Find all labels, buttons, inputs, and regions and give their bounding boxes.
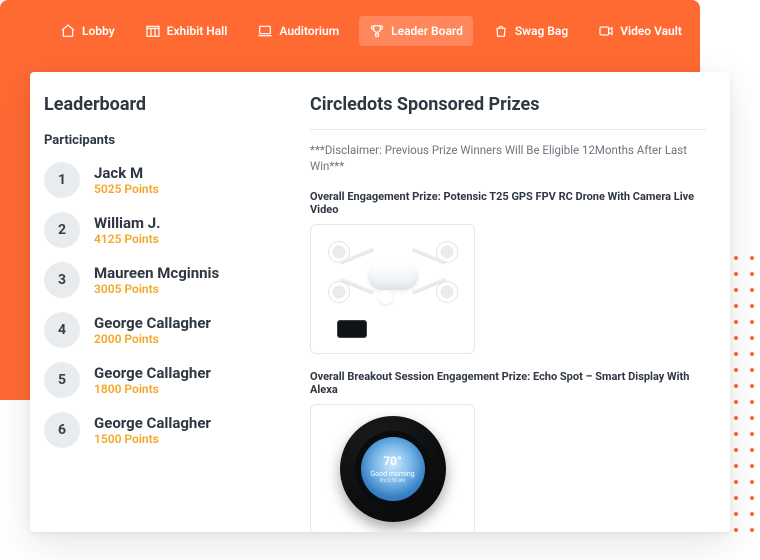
participant-name: George Callagher <box>94 414 211 433</box>
divider <box>310 129 706 130</box>
home-icon <box>60 23 76 39</box>
participant-name: William J. <box>94 214 160 233</box>
participant-list: 1 Jack M5025 Points 2 William J.4125 Points… <box>44 162 304 448</box>
participant-row: 4 George Callagher2000 Points <box>44 312 304 348</box>
prizes-title: Circledots Sponsored Prizes <box>310 94 706 115</box>
participant-points: 3005 Points <box>94 282 219 296</box>
spot-time: It's 6:30 am <box>380 478 405 484</box>
participant-row: 2 William J.4125 Points <box>44 212 304 248</box>
nav-lobby[interactable]: Lobby <box>50 16 125 46</box>
nav-video-vault[interactable]: Video Vault <box>588 16 692 46</box>
nav-label: Lobby <box>82 24 115 38</box>
bag-icon <box>493 23 509 39</box>
participants-heading: Participants <box>44 133 304 148</box>
nav-label: Video Vault <box>620 24 682 38</box>
nav-label: Auditorium <box>279 24 339 38</box>
participant-row: 3 Maureen Mcginnis3005 Points <box>44 262 304 298</box>
spot-greeting: Good morning <box>370 470 414 479</box>
participant-row: 5 George Callagher1800 Points <box>44 362 304 398</box>
rank-badge: 3 <box>44 262 80 298</box>
participant-points: 4125 Points <box>94 232 160 246</box>
nav-swag-bag[interactable]: Swag Bag <box>483 16 578 46</box>
participant-points: 2000 Points <box>94 332 211 346</box>
participant-points: 1500 Points <box>94 432 211 446</box>
spot-temp: 70° <box>383 454 401 469</box>
participant-name: Jack M <box>94 164 159 183</box>
prize-label: Overall Engagement Prize: Potensic T25 G… <box>310 190 706 216</box>
nav-label: Swag Bag <box>515 24 568 38</box>
nav-exhibit-hall[interactable]: Exhibit Hall <box>135 16 238 46</box>
nav-label: Leader Board <box>391 24 463 38</box>
prize-card-drone <box>310 224 475 354</box>
participant-points: 5025 Points <box>94 182 159 196</box>
prizes-disclaimer: ***Disclaimer: Previous Prize Winners Wi… <box>310 142 706 174</box>
prize-card-echo-spot: 70° Good morning It's 6:30 am <box>310 404 475 532</box>
participant-row: 1 Jack M5025 Points <box>44 162 304 198</box>
participant-name: George Callagher <box>94 364 211 383</box>
participant-name: Maureen Mcginnis <box>94 264 219 283</box>
laptop-icon <box>257 23 273 39</box>
booth-icon <box>145 23 161 39</box>
rank-badge: 2 <box>44 212 80 248</box>
video-icon <box>598 23 614 39</box>
prize-label: Overall Breakout Session Engagement Priz… <box>310 370 706 396</box>
nav-auditorium[interactable]: Auditorium <box>247 16 349 46</box>
participant-points: 1800 Points <box>94 382 211 396</box>
top-nav: Lobby Exhibit Hall Auditorium Leader Board S… <box>50 16 692 46</box>
rank-badge: 1 <box>44 162 80 198</box>
rank-badge: 6 <box>44 412 80 448</box>
nav-label: Exhibit Hall <box>167 24 228 38</box>
participant-name: George Callagher <box>94 314 211 333</box>
drone-illustration <box>323 234 463 344</box>
rank-badge: 4 <box>44 312 80 348</box>
nav-leader-board[interactable]: Leader Board <box>359 16 473 46</box>
trophy-icon <box>369 23 385 39</box>
echo-spot-illustration: 70° Good morning It's 6:30 am <box>333 414 453 524</box>
participant-row: 6 George Callagher1500 Points <box>44 412 304 448</box>
leaderboard-title: Leaderboard <box>44 94 304 115</box>
rank-badge: 5 <box>44 362 80 398</box>
main-panel: Leaderboard Participants 1 Jack M5025 Poi… <box>30 72 730 532</box>
